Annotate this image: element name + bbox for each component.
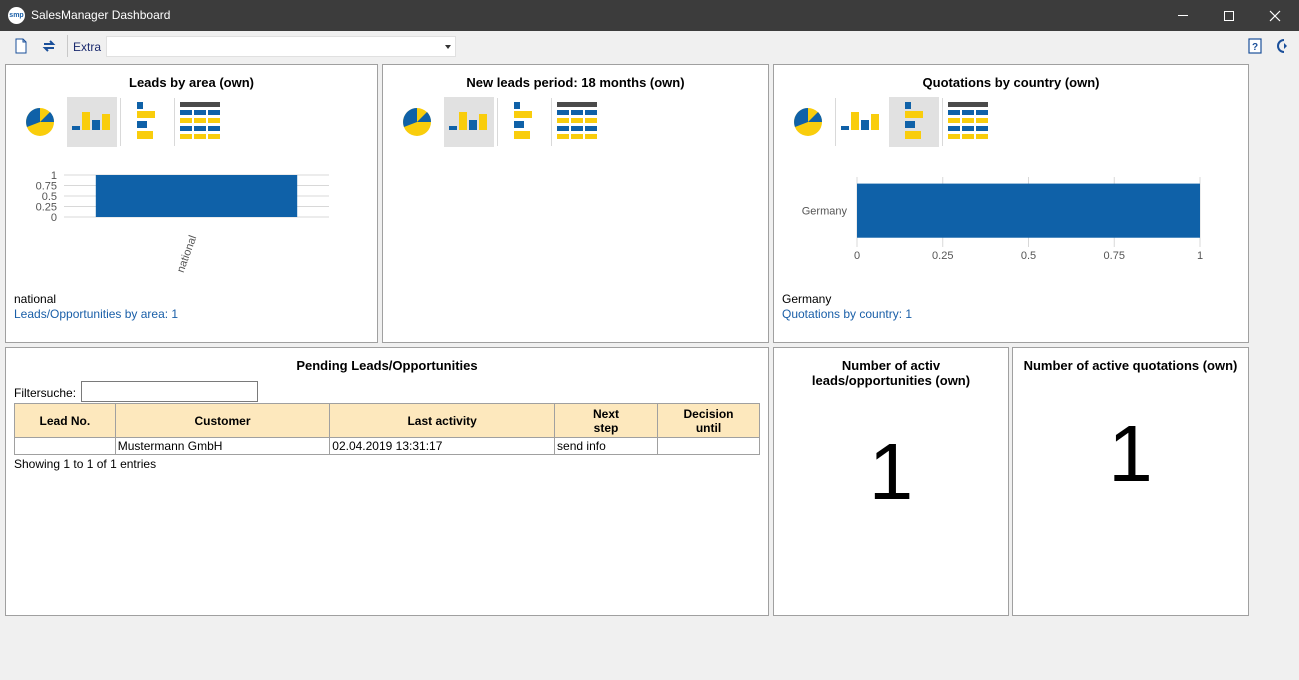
column-header-last-activity[interactable]: Last activity (329, 403, 556, 438)
pending-leads-panel: Pending Leads/Opportunities Filtersuche:… (5, 347, 769, 616)
refresh-button[interactable] (40, 37, 58, 55)
cell-decision-until (656, 437, 761, 455)
panel-title: New leads period: 18 months (own) (466, 75, 685, 90)
panel-title-line: Number of activ (841, 358, 941, 373)
panel-title: Number of active quotations (own) (1023, 358, 1238, 373)
x-tick-label: national (175, 234, 199, 274)
table-view-button[interactable] (943, 97, 993, 147)
entries-info: Showing 1 to 1 of 1 entries (14, 457, 157, 471)
y-tick-label: Germany (802, 206, 848, 218)
maximize-icon (1224, 10, 1234, 21)
leads-by-area-panel: Leads by area (own) 1 0.75 0.5 0.25 0 nationa… (5, 64, 378, 343)
active-quotations-count: 1 (1108, 409, 1153, 498)
maximize-button[interactable] (1206, 0, 1252, 31)
help-icon: ? (1248, 38, 1262, 54)
table-view-icon (557, 102, 597, 139)
column-chart-button[interactable] (444, 97, 494, 147)
panel-title: Number of activ leads/opportunities (own… (774, 358, 1008, 388)
svg-text:?: ? (1252, 42, 1258, 53)
summary-link[interactable]: Quotations by country: 1 (782, 307, 912, 321)
leads-by-area-chart: 10.750.50.250national (36, 170, 329, 274)
x-tick-label: 0.25 (932, 250, 953, 262)
column-header-lead-no[interactable]: Lead No. (14, 403, 116, 438)
toolbar: Extra ? (0, 31, 1299, 61)
bar (95, 175, 298, 217)
quotations-by-country-panel: Quotations by country (own) 0 0.25 0.5 0.75… (773, 64, 1249, 343)
pie-chart-button[interactable] (15, 97, 65, 147)
cell-next-step: send info (554, 437, 658, 455)
x-tick-label: 0.5 (1021, 250, 1036, 262)
close-icon (1269, 10, 1281, 21)
column-header-decision-until[interactable]: Decision until (656, 403, 761, 438)
x-tick-label: 0.75 (1104, 250, 1125, 262)
extra-dropdown[interactable] (106, 36, 456, 57)
dropdown-arrow-icon (445, 45, 451, 49)
table-row[interactable]: Mustermann GmbH 02.04.2019 13:31:17 send… (14, 437, 761, 455)
table-view-button[interactable] (175, 97, 225, 147)
pie-chart-button[interactable] (392, 97, 442, 147)
close-button[interactable] (1252, 0, 1298, 31)
column-chart-button[interactable] (67, 97, 117, 147)
new-document-icon (15, 38, 27, 54)
cell-lead-no (14, 437, 116, 455)
refresh-icon (42, 40, 56, 52)
summary-label: national (14, 292, 57, 306)
summary-label: Germany (782, 292, 832, 306)
column-header-next-step[interactable]: Next step (554, 403, 658, 438)
leads-table: Lead No. Customer Last activity Next ste… (14, 403, 761, 455)
table-header-row: Lead No. Customer Last activity Next ste… (14, 403, 761, 438)
bar (857, 183, 1200, 238)
cell-last-activity: 02.04.2019 13:31:17 (329, 437, 556, 455)
active-leads-panel: Number of activ leads/opportunities (own… (773, 347, 1009, 616)
column-chart-icon (449, 112, 487, 130)
panel-title-line: leads/opportunities (own) (811, 373, 971, 388)
bar-chart-icon (514, 102, 532, 139)
filter-label: Filtersuche: (14, 386, 77, 400)
column-chart-icon (841, 112, 879, 130)
bar-chart-button[interactable] (498, 97, 548, 147)
quotations-by-country-chart: 0 0.25 0.5 0.75 1 Germany (802, 177, 1203, 262)
pie-chart-icon (794, 108, 823, 136)
bar-chart-button[interactable] (121, 97, 171, 147)
window-title: SalesManager Dashboard (31, 8, 171, 22)
column-chart-button[interactable] (836, 97, 886, 147)
filter-input[interactable] (81, 381, 258, 402)
cell-customer: Mustermann GmbH (114, 437, 331, 455)
table-view-icon (180, 102, 220, 139)
panel-title: Leads by area (own) (129, 75, 254, 90)
app-logo-icon: smp (8, 7, 25, 24)
y-tick-label: 0 (51, 212, 57, 224)
bar-chart-icon (905, 102, 923, 139)
pie-chart-icon (26, 108, 55, 136)
pie-chart-button[interactable] (783, 97, 833, 147)
extra-label: Extra (73, 40, 102, 54)
panel-title: Pending Leads/Opportunities (296, 358, 478, 373)
minimize-button[interactable] (1160, 0, 1206, 31)
bar-chart-icon (137, 102, 155, 139)
help-button[interactable]: ? (1246, 37, 1264, 55)
toolbar-separator (67, 35, 68, 57)
active-leads-count: 1 (868, 427, 914, 516)
exit-icon (1277, 39, 1287, 53)
active-quotations-panel: Number of active quotations (own) 1 (1012, 347, 1249, 616)
new-document-button[interactable] (12, 37, 30, 55)
title-bar: smp SalesManager Dashboard (0, 0, 1299, 31)
table-view-icon (948, 102, 988, 139)
new-leads-period-panel: New leads period: 18 months (own) (382, 64, 769, 343)
pie-chart-icon (403, 108, 432, 136)
x-tick-label: 0 (854, 250, 860, 262)
summary-link[interactable]: Leads/Opportunities by area: 1 (14, 307, 178, 321)
panel-title: Quotations by country (own) (922, 75, 1100, 90)
column-header-customer[interactable]: Customer (114, 403, 331, 438)
bar-chart-button[interactable] (889, 97, 939, 147)
x-tick-label: 1 (1197, 250, 1203, 262)
exit-button[interactable] (1274, 37, 1292, 55)
column-chart-icon (72, 112, 110, 130)
minimize-icon (1178, 15, 1188, 16)
table-view-button[interactable] (552, 97, 602, 147)
